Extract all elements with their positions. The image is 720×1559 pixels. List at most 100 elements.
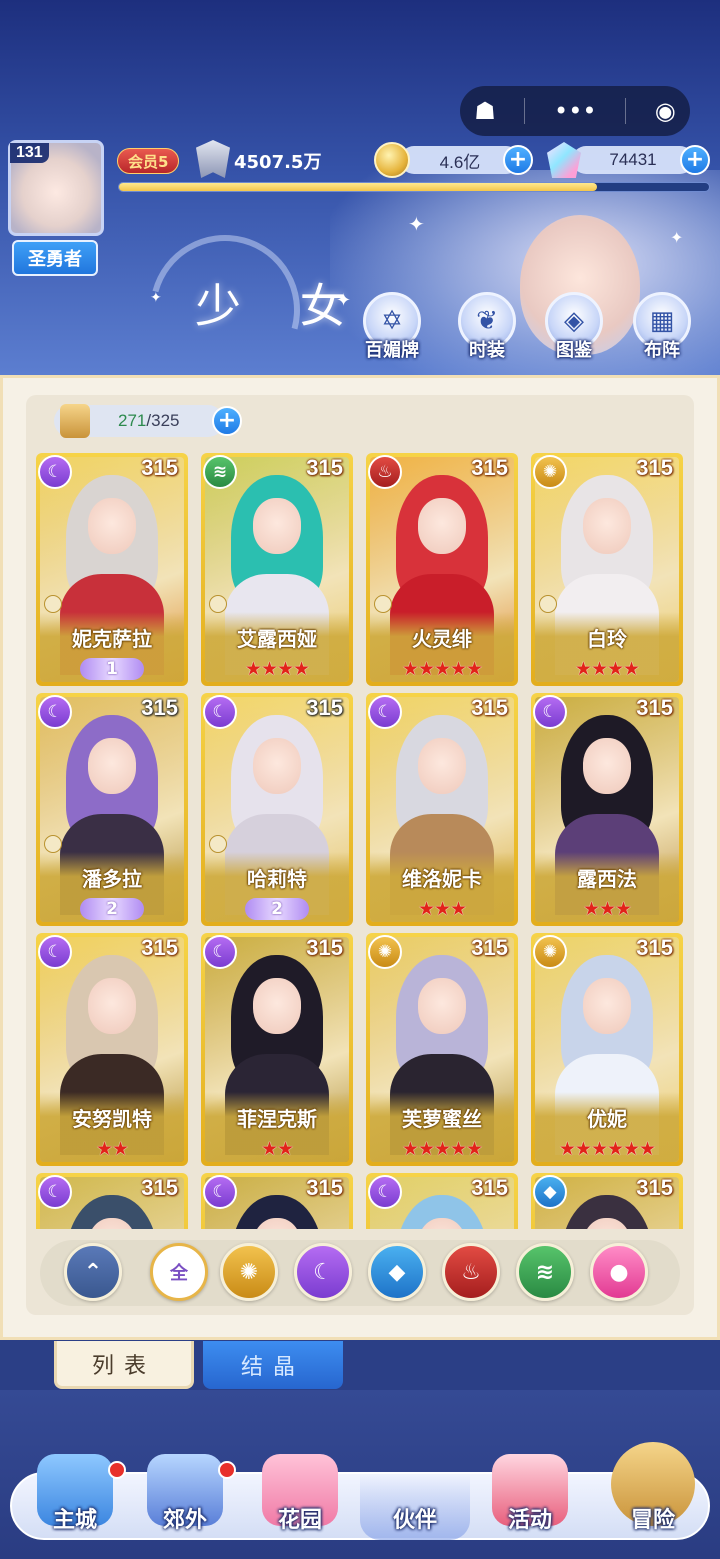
card-name: 安努凯特 [72,1107,152,1131]
star-rating: ★★★★ [244,658,310,680]
ghost-icon[interactable]: ☗ [474,97,496,125]
card-level: 315 [306,695,343,720]
expand-capacity-button[interactable]: + [212,406,242,436]
filter-water-button[interactable]: ◆ [368,1243,426,1301]
star-rating: ★★★★★ [401,658,483,680]
vip-badge[interactable]: 会员5 [117,148,180,174]
companion-card[interactable]: ☾ 315 露西法 ★★★ [531,693,683,926]
card-level: 315 [636,455,673,480]
card-name: 艾露西娅 [237,627,317,651]
companion-card[interactable]: ♨ 315 火灵绯 ★★★★★ [366,453,518,686]
feature-button[interactable]: ✡ 百媚牌 [360,292,424,362]
companion-card[interactable]: ☾ 315 [366,1173,518,1229]
companion-card[interactable]: ☾ 315 潘多拉 2 [36,693,188,926]
lock-icon [209,595,227,613]
chevron-up-icon: ⌃ [83,1259,103,1285]
companion-card[interactable]: ✺ 315 优妮 ★★★★★★ [531,933,683,1166]
companion-card[interactable]: ☾ 315 [201,1173,353,1229]
divider [524,98,526,124]
add-gem-button[interactable]: + [680,145,710,175]
companion-grid: ☾ 315 妮克萨拉 1 ≋ 315 艾露西娅 ★★★★ ♨ 315 火灵绯 ★★★★★ ✺ 315 白玲 ★… [36,453,686,1229]
card-name: 哈莉特 [247,867,307,891]
target-icon[interactable]: ◉ [655,97,676,125]
sun-element-icon: ✺ [533,935,567,969]
card-level: 315 [141,455,178,480]
nav-3[interactable]: 伙伴 [360,1472,470,1540]
nav-1[interactable]: 郊外 [130,1440,240,1540]
card-level: 315 [636,695,673,720]
face [582,737,632,794]
feature-button[interactable]: ❦ 时装 [455,292,519,362]
companion-card[interactable]: ✺ 315 白玲 ★★★★ [531,453,683,686]
companion-card[interactable]: ☾ 315 妮克萨拉 1 [36,453,188,686]
lock-icon [539,595,557,613]
card-level: 315 [471,1175,508,1200]
water-icon: ◆ [388,1259,406,1285]
feature-button-label: 布阵 [644,340,680,361]
companion-card[interactable]: ☾ 315 安努凯特 ★★ [36,933,188,1166]
card-name: 芙萝蜜丝 [402,1107,482,1131]
tab-crystal[interactable]: 结晶 [203,1341,343,1389]
more-icon[interactable]: ••• [554,97,596,125]
awaken-wing-badge: 2 [80,898,144,920]
tab-list[interactable]: 列表 [54,1341,194,1389]
filter-sun-button[interactable]: ✺ [220,1243,278,1301]
card-name: 火灵绯 [412,627,472,651]
companion-card[interactable]: ☾ 315 哈莉特 2 [201,693,353,926]
nav-label: 郊外 [162,1508,207,1533]
nav-4[interactable]: 活动 [475,1440,585,1540]
notification-badge [108,1461,126,1479]
card-level: 315 [306,1175,343,1200]
filter-wind-button[interactable]: ≋ [516,1243,574,1301]
card-level: 315 [471,695,508,720]
awaken-wing-badge: 1 [80,658,144,680]
bag-icon [60,404,90,438]
companion-card[interactable]: ☾ 315 维洛妮卡 ★★★ [366,693,518,926]
card-level: 315 [306,455,343,480]
player-level: 131 [10,143,49,163]
moon-element-icon: ☾ [368,695,402,729]
companion-card[interactable]: ✺ 315 芙萝蜜丝 ★★★★★ [366,933,518,1166]
filter-up-button[interactable]: ⌃ [64,1243,122,1301]
companion-card[interactable]: ☾ 315 菲涅克斯 ★★ [201,933,353,1166]
companion-card[interactable]: ≋ 315 艾露西娅 ★★★★ [201,453,353,686]
filter-star-button[interactable]: ● [590,1243,648,1301]
card-name: 维洛妮卡 [402,867,482,891]
gold-amount: 4.6亿 [400,146,520,174]
card-level: 315 [141,695,178,720]
star-rating: ★★★ [582,898,632,920]
lock-icon [209,835,227,853]
capacity-max: 325 [151,411,180,430]
filter-moon-button[interactable]: ☾ [294,1243,352,1301]
feature-button[interactable]: ▦ 布阵 [630,292,694,362]
card-name: 露西法 [577,867,637,891]
face [417,977,467,1034]
face [252,737,302,794]
nav-2[interactable]: 花园 [245,1440,355,1540]
moon-element-icon: ☾ [203,1175,237,1209]
capacity-current: 271 [118,411,147,430]
card-level: 315 [471,455,508,480]
feature-button-label: 百媚牌 [365,340,419,361]
filter-all-button[interactable]: 全 [150,1243,208,1301]
companion-card[interactable]: ◆ 315 [531,1173,683,1229]
sun-element-icon: ✺ [368,935,402,969]
star-rating: ★★★★★ [401,1138,483,1160]
star-rating: ★★ [95,1138,129,1160]
feature-button[interactable]: ◈ 图鉴 [542,292,606,362]
companion-card[interactable]: ☾ 315 [36,1173,188,1229]
card-level: 315 [636,1175,673,1200]
moon-element-icon: ☾ [203,695,237,729]
nav-label: 冒险 [630,1508,675,1533]
awaken-wing-badge: 2 [245,898,309,920]
player-title-badge[interactable]: 圣勇者 [12,240,98,276]
sparkle-icon: ✦ [408,212,425,236]
nav-0[interactable]: 主城 [20,1440,130,1540]
nav-5[interactable]: 冒险 [598,1440,708,1540]
add-gold-button[interactable]: + [503,145,533,175]
feature-button-label: 时装 [469,340,505,361]
filter-fire-button[interactable]: ♨ [442,1243,500,1301]
lock-icon [374,595,392,613]
gem-amount: 74431 [572,146,694,174]
face [87,977,137,1034]
